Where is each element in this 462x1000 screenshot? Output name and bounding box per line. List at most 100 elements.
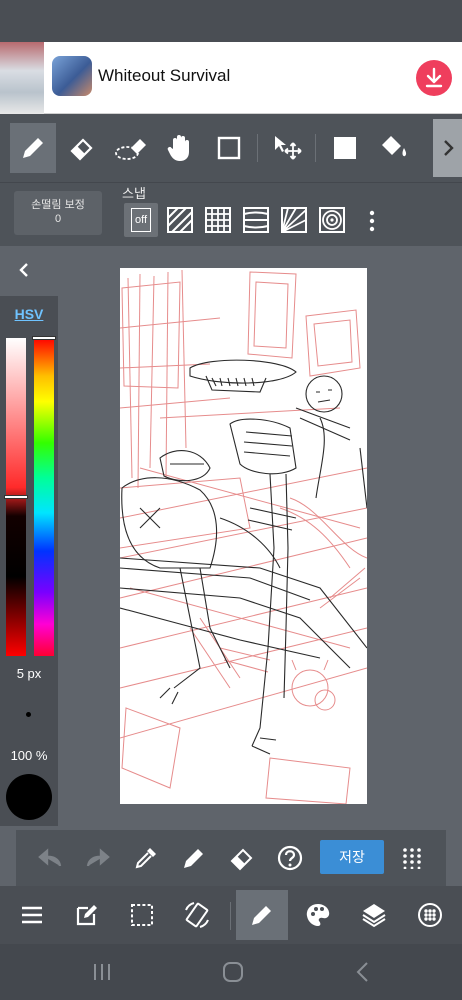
move-cursor-icon — [275, 136, 302, 160]
circle-snap-icon — [319, 207, 345, 233]
snap-radial-button[interactable] — [277, 203, 311, 237]
soft-eraser-tool[interactable] — [108, 123, 154, 173]
collapse-panel-button[interactable] — [14, 260, 34, 280]
back-icon — [356, 962, 368, 982]
perspective-snap-icon — [243, 207, 269, 233]
menu-button[interactable] — [6, 890, 58, 940]
recents-icon — [94, 964, 110, 980]
value-slider-handle[interactable] — [4, 495, 28, 499]
brush-icon — [252, 906, 271, 925]
grid-menu-button[interactable] — [394, 840, 430, 876]
pen-tool[interactable] — [10, 123, 56, 173]
eraser-icon — [230, 848, 253, 871]
edit-icon — [76, 905, 97, 926]
option-bar: 손떨림 보정 0 스냅 off — [0, 182, 462, 246]
pen-icon — [184, 849, 203, 868]
grid-menu-icon — [403, 848, 421, 869]
brush-preview-dot — [26, 712, 31, 717]
undo-icon — [38, 848, 62, 867]
square-outline-icon — [217, 136, 241, 160]
layers-icon — [362, 904, 386, 928]
snap-more-button[interactable] — [362, 209, 382, 233]
brush-button[interactable] — [236, 890, 288, 940]
toolbar-divider — [257, 134, 258, 162]
hand-icon — [167, 135, 189, 161]
parallel-snap-icon — [167, 207, 193, 233]
hue-slider[interactable] — [34, 338, 54, 656]
sketch-artwork — [120, 269, 367, 804]
selection-icon — [131, 904, 153, 926]
layers-button[interactable] — [348, 890, 400, 940]
rotate-icon — [185, 902, 209, 928]
opacity-label[interactable]: 100 % — [0, 748, 58, 763]
help-button[interactable] — [272, 840, 308, 876]
grid-snap-icon — [205, 207, 231, 233]
status-bar — [0, 0, 462, 42]
save-button[interactable]: 저장 — [320, 840, 384, 874]
menu-icon — [22, 906, 42, 924]
ad-thumbnail-image[interactable] — [0, 42, 44, 114]
materials-button[interactable] — [404, 890, 456, 940]
hue-slider-handle[interactable] — [32, 336, 56, 340]
chevron-right-icon — [443, 140, 454, 156]
main-menu-bar — [0, 886, 462, 944]
pen-icon — [23, 138, 43, 158]
snap-label: 스냅 — [122, 186, 146, 201]
materials-icon — [418, 903, 442, 927]
ad-banner[interactable]: Whiteout Survival — [0, 42, 462, 114]
filled-square-icon — [334, 137, 356, 159]
more-vertical-icon — [369, 210, 375, 232]
palette-button[interactable] — [292, 890, 344, 940]
move-tool[interactable] — [264, 123, 310, 173]
hand-tool[interactable] — [157, 123, 203, 173]
tool-bar — [0, 114, 462, 182]
chevron-left-icon — [19, 263, 28, 277]
download-button[interactable] — [416, 60, 452, 96]
undo-button[interactable] — [32, 840, 68, 876]
tool-scroll-right-button[interactable] — [433, 119, 462, 177]
color-mode-toggle[interactable]: HSV — [0, 306, 58, 322]
game-app-icon[interactable] — [52, 56, 92, 96]
eraser-icon — [70, 138, 93, 161]
palette-icon — [306, 904, 330, 926]
selection-button[interactable] — [116, 890, 168, 940]
eraser-quick-button[interactable] — [224, 840, 260, 876]
snap-circle-button[interactable] — [315, 203, 349, 237]
redo-button[interactable] — [80, 840, 116, 876]
download-icon — [425, 67, 443, 88]
soft-eraser-icon — [115, 139, 146, 160]
radial-snap-icon — [281, 207, 307, 233]
rectangle-select-tool[interactable] — [206, 123, 252, 173]
snap-perspective-button[interactable] — [239, 203, 273, 237]
bucket-tool[interactable] — [371, 123, 417, 173]
fill-color-tool[interactable] — [322, 123, 368, 173]
home-button[interactable] — [219, 958, 247, 986]
eyedropper-button[interactable] — [128, 840, 164, 876]
back-button[interactable] — [350, 960, 376, 984]
canvas-area[interactable]: HSV 5 px 100 % — [0, 246, 462, 830]
stabilizer-button[interactable]: 손떨림 보정 0 — [14, 191, 102, 235]
eyedropper-icon — [135, 848, 156, 869]
recents-button[interactable] — [88, 960, 116, 984]
drawing-canvas[interactable] — [120, 268, 367, 804]
brush-size-label[interactable]: 5 px — [0, 666, 58, 681]
current-color-swatch[interactable] — [6, 774, 52, 820]
home-icon — [223, 962, 243, 982]
snap-parallel-button[interactable] — [163, 203, 197, 237]
paint-bucket-icon — [382, 136, 407, 157]
snap-grid-button[interactable] — [201, 203, 235, 237]
snap-off-label: off — [130, 208, 152, 232]
action-bar: 저장 — [16, 830, 446, 886]
help-icon — [277, 845, 303, 871]
toolbar-divider — [315, 134, 316, 162]
eraser-tool[interactable] — [59, 123, 105, 173]
menu-divider — [230, 902, 231, 930]
ad-title[interactable]: Whiteout Survival — [98, 66, 230, 86]
stabilizer-label: 손떨림 보정 — [31, 199, 85, 211]
edit-button[interactable] — [61, 890, 113, 940]
snap-off-button[interactable]: off — [124, 203, 158, 237]
pen-quick-button[interactable] — [176, 840, 212, 876]
redo-icon — [86, 848, 110, 867]
rotate-button[interactable] — [171, 890, 223, 940]
system-nav-bar — [0, 944, 462, 1000]
